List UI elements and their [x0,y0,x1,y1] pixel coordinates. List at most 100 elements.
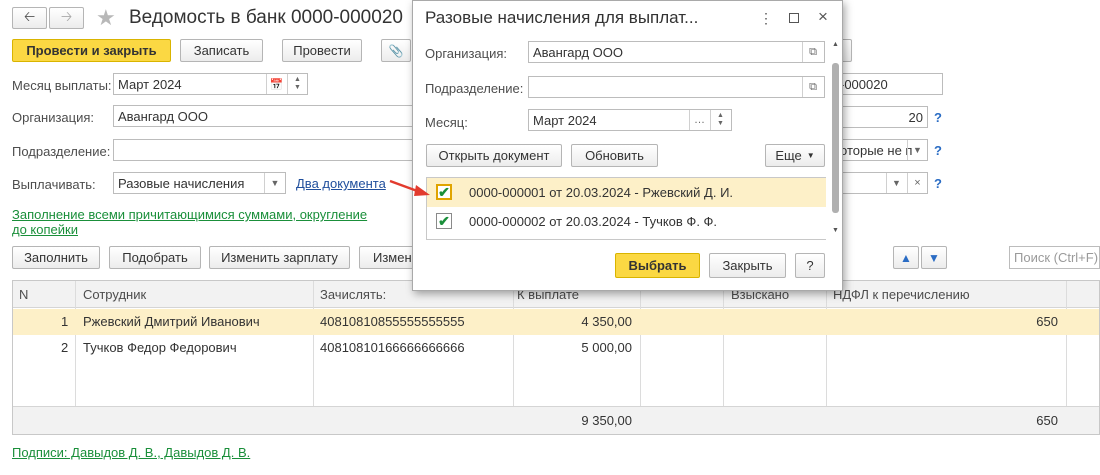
responsible-field[interactable]: ▼ × [835,172,928,194]
row-account: 40810810166666666666 [320,340,465,355]
pay-label: Выплачивать: [12,177,96,192]
list-item[interactable]: ✔ 0000-000002 от 20.03.2024 - Тучков Ф. … [427,208,826,237]
post-and-close-button[interactable]: Провести и закрыть [12,39,171,62]
row-pay: 4 350,00 [581,314,632,329]
arrow-up-icon: ▲ [900,250,912,265]
more-button[interactable]: Еще ▼ [765,144,825,167]
dialog-month-field[interactable]: Март 2024 … ▲ ▼ [528,109,732,131]
dialog-dept-label: Подразделение: [425,81,524,96]
scroll-down-icon[interactable]: ▼ [832,227,839,234]
list-item-label: 0000-000001 от 20.03.2024 - Ржевский Д. … [469,185,734,200]
help-icon[interactable]: ? [934,143,942,158]
list-item-label: 0000-000002 от 20.03.2024 - Тучков Ф. Ф. [469,214,718,229]
checkbox[interactable]: ✔ [436,184,452,200]
checkmark-icon: ✔ [438,213,450,229]
help-button[interactable]: ? [795,253,825,278]
col-header-tax[interactable]: НДФЛ к перечислению [833,287,970,302]
refresh-button[interactable]: Обновить [571,144,658,167]
open-icon[interactable]: ⧉ [802,42,823,62]
one-time-accruals-dialog: Разовые начисления для выплат... ⋮ × Орг… [412,0,843,291]
ellipsis-icon[interactable]: … [689,110,709,130]
favorite-star-icon[interactable]: ★ [96,5,116,31]
help-icon[interactable]: ? [934,110,942,125]
fill-mode-link-line2[interactable]: до копейки [12,222,78,237]
org-label: Организация: [12,110,95,125]
move-up-button[interactable]: ▲ [893,246,919,269]
close-button[interactable]: Закрыть [709,253,786,278]
dropdown-icon[interactable]: ▼ [264,173,285,193]
fill-mode-link-line1[interactable]: Заполнение всеми причитающимися суммами,… [12,207,367,222]
month-field[interactable]: Март 2024 📅 ▲ ▼ [113,73,308,95]
search-input[interactable]: Поиск (Ctrl+F) [1009,246,1100,269]
row-number: 1 [61,314,69,329]
window-title: Ведомость в банк 0000-000020 [129,7,403,28]
pay-type-select[interactable]: Разовые начисления ▼ [113,172,286,194]
signatures-link[interactable]: Подписи: Давыдов Д. В., Давыдов Д. В. [12,445,250,460]
employees-table: N Сотрудник Зачислять: К выплате Взыскан… [12,280,1100,435]
dialog-dept-field[interactable]: ⧉ [528,76,825,98]
pick-button[interactable]: Подобрать [109,246,201,269]
checkmark-icon: ✔ [438,184,450,200]
month-label: Месяц выплаты: [12,78,112,93]
pointer-arrow-icon [389,179,430,196]
fill-button[interactable]: Заполнить [12,246,100,269]
total-tax: 650 [1036,413,1058,428]
table-footer: 9 350,00 650 [13,406,1099,434]
dept-field[interactable] [113,139,413,161]
attach-button[interactable]: 📎 [381,39,411,62]
row-account: 40810810855555555555 [320,314,465,329]
row-employee: Тучков Федор Федорович [83,340,237,355]
dropdown-icon[interactable]: ▼ [907,140,927,160]
move-down-button[interactable]: ▼ [921,246,947,269]
dialog-org-field[interactable]: Авангард ООО ⧉ [528,41,825,63]
row-number: 2 [61,340,69,355]
total-pay: 9 350,00 [581,413,632,428]
dropdown-icon[interactable]: ▼ [886,173,906,193]
month-stepper[interactable]: ▲ ▼ [287,74,307,94]
arrow-down-icon: ▼ [928,250,940,265]
arrow-right-icon: 🡢 [60,8,73,24]
dialog-title: Разовые начисления для выплат... [425,8,699,27]
clear-icon[interactable]: × [907,173,927,193]
col-header-account[interactable]: Зачислять: [320,287,386,302]
number-20-field[interactable]: 20 [835,106,928,128]
table-row[interactable]: 2 Тучков Федор Федорович 408108101666666… [13,335,1099,361]
close-icon[interactable]: × [818,7,828,27]
back-button[interactable]: 🡠 [12,7,47,29]
row-employee: Ржевский Дмитрий Иванович [83,314,260,329]
col-header-employee[interactable]: Сотрудник [83,287,146,302]
scroll-up-icon[interactable]: ▲ [832,41,839,48]
table-row[interactable]: 1 Ржевский Дмитрий Иванович 408108108555… [13,309,1099,335]
two-documents-link[interactable]: Два документа [296,176,386,191]
row-tax: 650 [1036,314,1058,329]
month-stepper[interactable]: ▲ ▼ [710,110,730,130]
save-button[interactable]: Записать [180,39,263,62]
more-vert-icon[interactable]: ⋮ [759,10,773,27]
dialog-month-label: Месяц: [425,115,468,130]
maximize-icon[interactable] [789,13,799,23]
col-header-n[interactable]: N [19,287,28,302]
open-icon[interactable]: ⧉ [802,77,823,97]
dept-label: Подразделение: [12,144,111,159]
calendar-icon[interactable]: 📅 [266,74,286,94]
dialog-org-label: Организация: [425,46,508,61]
paperclip-icon: 📎 [388,43,404,58]
open-document-button[interactable]: Открыть документ [426,144,562,167]
checkbox[interactable]: ✔ [436,213,452,229]
scroll-thumb[interactable] [832,63,839,213]
document-list: ✔ 0000-000001 от 20.03.2024 - Ржевский Д… [426,177,826,240]
number-field[interactable]: -000020 [835,73,943,95]
post-button[interactable]: Провести [282,39,362,62]
which-field[interactable]: оторые не п ▼ [835,139,928,161]
select-button[interactable]: Выбрать [615,253,700,278]
row-pay: 5 000,00 [581,340,632,355]
change-salary-button[interactable]: Изменить зарплату [209,246,350,269]
arrow-left-icon: 🡠 [23,8,36,24]
help-icon[interactable]: ? [934,176,942,191]
change-button-partial[interactable]: Измен [359,246,415,269]
org-field[interactable]: Авангард ООО [113,105,413,127]
list-item[interactable]: ✔ 0000-000001 от 20.03.2024 - Ржевский Д… [427,178,826,207]
forward-button[interactable]: 🡢 [49,7,84,29]
scrollbar[interactable]: ▲ ▼ [831,41,841,237]
chevron-down-icon: ▼ [806,151,815,160]
